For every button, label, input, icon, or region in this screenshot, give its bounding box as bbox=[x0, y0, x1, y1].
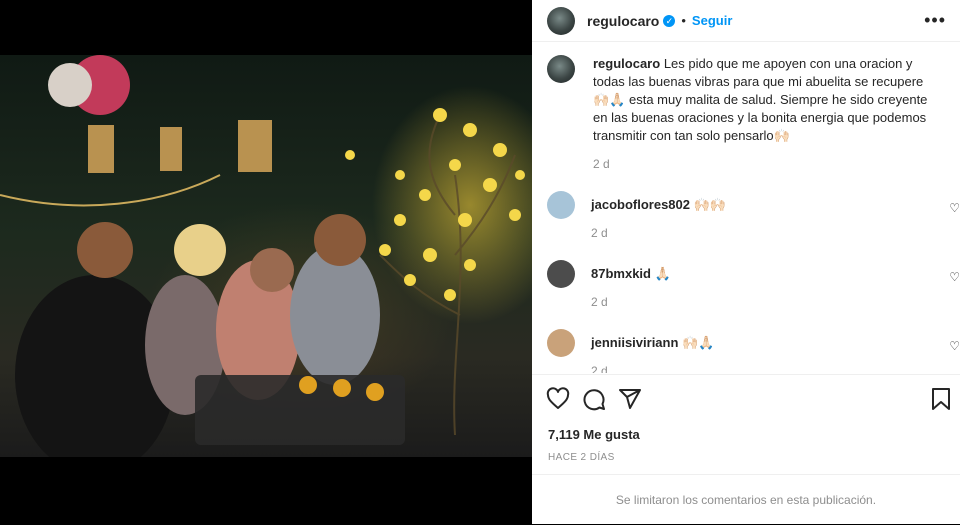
heart-icon[interactable] bbox=[546, 387, 570, 411]
comment-avatar[interactable] bbox=[547, 260, 575, 288]
post-media bbox=[0, 0, 532, 524]
comment-row: 87bmxkid 🙏🏻 2 d ♡ bbox=[532, 260, 960, 311]
comment-row: jacoboflores802 🙌🏻🙌🏻 2 d ♡ bbox=[532, 191, 960, 242]
comment-text: 🙌🏻🙏🏻 bbox=[682, 335, 715, 350]
share-icon[interactable] bbox=[618, 387, 642, 411]
action-icons bbox=[532, 375, 960, 413]
comment-username[interactable]: jenniisivirіann bbox=[591, 335, 678, 350]
caption-avatar[interactable] bbox=[547, 55, 575, 83]
comment-like-heart-icon[interactable]: ♡ bbox=[949, 201, 960, 215]
caption-body: regulocaro Les pido que me apoyen con un… bbox=[593, 55, 933, 173]
comment-username[interactable]: 87bmxkid bbox=[591, 266, 651, 281]
comments-list[interactable]: regulocaro Les pido que me apoyen con un… bbox=[532, 43, 960, 373]
likes-count[interactable]: 7,119 Me gusta bbox=[532, 413, 960, 442]
post-actions: 7,119 Me gusta HACE 2 DÍAS bbox=[532, 374, 960, 463]
post-side-panel: regulocaro ✓ • Seguir ••• regulocaro Les… bbox=[532, 0, 960, 524]
comment-time[interactable]: 2 d bbox=[591, 224, 726, 242]
comment-avatar[interactable] bbox=[547, 191, 575, 219]
more-options-icon[interactable]: ••• bbox=[924, 10, 946, 31]
post-header: regulocaro ✓ • Seguir ••• bbox=[532, 0, 960, 42]
comment-text: 🙌🏻🙌🏻 bbox=[693, 197, 726, 212]
verified-badge-icon: ✓ bbox=[663, 14, 676, 27]
follow-button[interactable]: Seguir bbox=[692, 13, 732, 28]
comment-avatar[interactable] bbox=[547, 329, 575, 357]
author-avatar[interactable] bbox=[547, 6, 575, 35]
author-username[interactable]: regulocaro bbox=[587, 13, 659, 29]
post-photo[interactable] bbox=[0, 55, 532, 457]
comment-row: jenniisivirіann 🙌🏻🙏🏻 2 d ♡ bbox=[532, 329, 960, 373]
caption: regulocaro Les pido que me apoyen con un… bbox=[532, 43, 960, 173]
comment-body: jenniisivirіann 🙌🏻🙏🏻 2 d bbox=[591, 329, 714, 373]
comment-body: 87bmxkid 🙏🏻 2 d bbox=[591, 260, 671, 311]
comment-text: 🙏🏻 bbox=[654, 266, 671, 281]
caption-username[interactable]: regulocaro bbox=[593, 56, 660, 71]
comment-time[interactable]: 2 d bbox=[591, 362, 714, 373]
comment-like-heart-icon[interactable]: ♡ bbox=[949, 270, 960, 284]
comment-icon[interactable] bbox=[582, 387, 606, 411]
post-date[interactable]: HACE 2 DÍAS bbox=[532, 442, 960, 463]
comment-like-heart-icon[interactable]: ♡ bbox=[949, 339, 960, 353]
separator-dot: • bbox=[681, 13, 686, 28]
bookmark-icon[interactable] bbox=[930, 387, 952, 411]
comments-limited-notice: Se limitaron los comentarios en esta pub… bbox=[532, 474, 960, 525]
comment-time[interactable]: 2 d bbox=[591, 293, 671, 311]
comment-username[interactable]: jacoboflores802 bbox=[591, 197, 690, 212]
comment-body: jacoboflores802 🙌🏻🙌🏻 2 d bbox=[591, 191, 726, 242]
caption-time[interactable]: 2 d bbox=[593, 155, 933, 173]
